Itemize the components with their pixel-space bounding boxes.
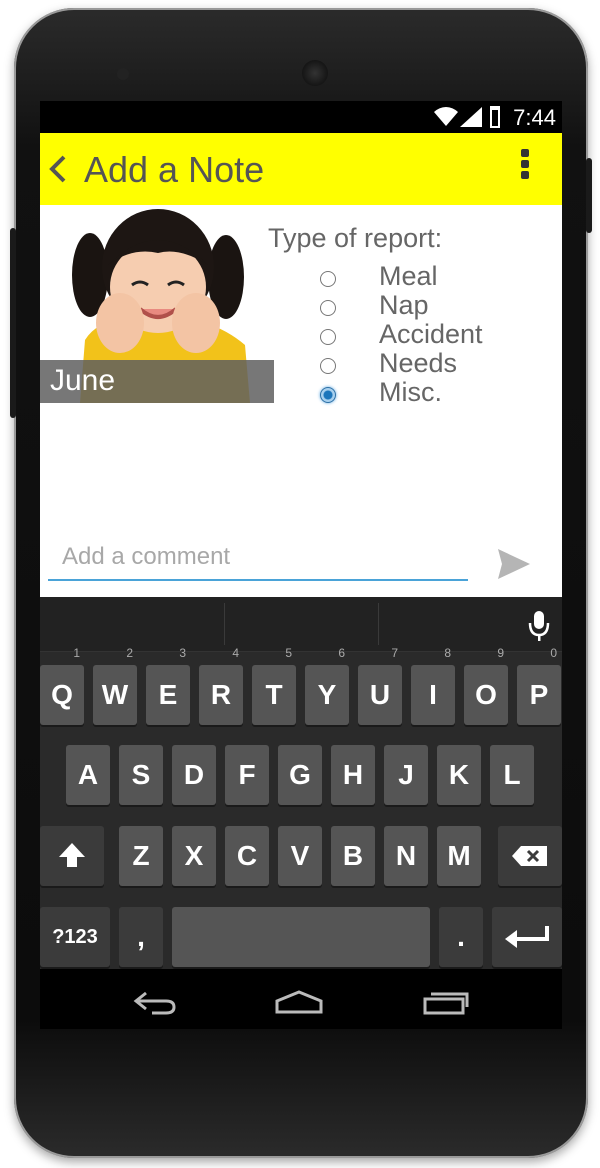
- radio-misc[interactable]: [320, 387, 336, 403]
- key-k[interactable]: K: [437, 745, 481, 805]
- signal-icon: [460, 107, 482, 127]
- key-n[interactable]: N: [384, 826, 428, 886]
- radio-meal[interactable]: [320, 271, 336, 287]
- option-label: Nap: [379, 290, 429, 320]
- key-s[interactable]: S: [119, 745, 163, 805]
- keyboard: Q1 W2 E3 R4 T5 Y6 U7 I8 O9 P0 A S D F G …: [40, 597, 562, 969]
- name-overlay: June: [40, 360, 274, 403]
- report-type-label: Type of report:: [268, 223, 443, 253]
- page-title: Add a Note: [84, 149, 265, 190]
- key-h[interactable]: H: [331, 745, 375, 805]
- option-nap[interactable]: Nap: [320, 290, 550, 322]
- mic-icon[interactable]: [528, 609, 550, 643]
- shift-icon: [59, 843, 85, 867]
- backspace-key[interactable]: [498, 826, 562, 886]
- overflow-menu-icon[interactable]: [518, 149, 532, 185]
- nav-back-icon[interactable]: [132, 989, 178, 1015]
- key-i[interactable]: I8: [411, 647, 455, 725]
- radio-nap[interactable]: [320, 300, 336, 316]
- nav-recents-icon[interactable]: [422, 989, 470, 1015]
- option-label: Accident: [379, 319, 483, 349]
- option-accident[interactable]: Accident: [320, 319, 550, 351]
- suggestion-divider: [224, 603, 225, 645]
- option-label: Misc.: [379, 377, 442, 407]
- enter-icon: [505, 926, 549, 948]
- key-m[interactable]: M: [437, 826, 481, 886]
- child-photo: June: [40, 205, 274, 403]
- front-camera: [302, 60, 328, 86]
- comma-key[interactable]: ,: [119, 907, 163, 967]
- period-key[interactable]: .: [439, 907, 483, 967]
- key-q[interactable]: Q1: [40, 647, 84, 725]
- app-bar: Add a Note: [40, 133, 562, 205]
- shift-key[interactable]: [40, 826, 104, 886]
- key-r[interactable]: R4: [199, 647, 243, 725]
- volume-button: [10, 228, 16, 418]
- comment-input[interactable]: Add a comment: [48, 541, 468, 581]
- suggestion-divider: [378, 603, 379, 645]
- key-f[interactable]: F: [225, 745, 269, 805]
- wifi-icon: [434, 107, 458, 126]
- status-time: 7:44: [513, 105, 556, 130]
- key-e[interactable]: E3: [146, 647, 190, 725]
- key-l[interactable]: L: [490, 745, 534, 805]
- key-y[interactable]: Y6: [305, 647, 349, 725]
- option-misc[interactable]: Misc.: [320, 377, 550, 409]
- radio-accident[interactable]: [320, 329, 336, 345]
- radio-needs[interactable]: [320, 358, 336, 374]
- send-icon[interactable]: [496, 547, 532, 581]
- key-b[interactable]: B: [331, 826, 375, 886]
- option-needs[interactable]: Needs: [320, 348, 550, 380]
- key-t[interactable]: T5: [252, 647, 296, 725]
- option-label: Needs: [379, 348, 458, 378]
- battery-icon: [490, 106, 500, 128]
- back-icon[interactable]: [44, 151, 74, 187]
- key-u[interactable]: U7: [358, 647, 402, 725]
- key-p[interactable]: P0: [517, 647, 561, 725]
- key-z[interactable]: Z: [119, 826, 163, 886]
- enter-key[interactable]: [492, 907, 562, 967]
- navigation-bar: [40, 969, 562, 1029]
- key-w[interactable]: W2: [93, 647, 137, 725]
- key-o[interactable]: O9: [464, 647, 508, 725]
- key-c[interactable]: C: [225, 826, 269, 886]
- key-x[interactable]: X: [172, 826, 216, 886]
- key-v[interactable]: V: [278, 826, 322, 886]
- proximity-sensor: [117, 68, 129, 80]
- screen: 7:44 Add a Note June Type of report: Mea…: [40, 101, 562, 1029]
- option-meal[interactable]: Meal: [320, 261, 550, 293]
- suggestion-strip: [40, 597, 562, 652]
- power-button: [586, 158, 592, 233]
- symbols-key[interactable]: ?123: [40, 907, 110, 967]
- key-g[interactable]: G: [278, 745, 322, 805]
- option-label: Meal: [379, 261, 438, 291]
- backspace-icon: [512, 846, 547, 866]
- space-key[interactable]: [172, 907, 430, 967]
- child-name: June: [50, 364, 116, 397]
- key-a[interactable]: A: [66, 745, 110, 805]
- key-d[interactable]: D: [172, 745, 216, 805]
- status-bar: 7:44: [40, 101, 562, 133]
- key-j[interactable]: J: [384, 745, 428, 805]
- nav-home-icon[interactable]: [274, 989, 324, 1015]
